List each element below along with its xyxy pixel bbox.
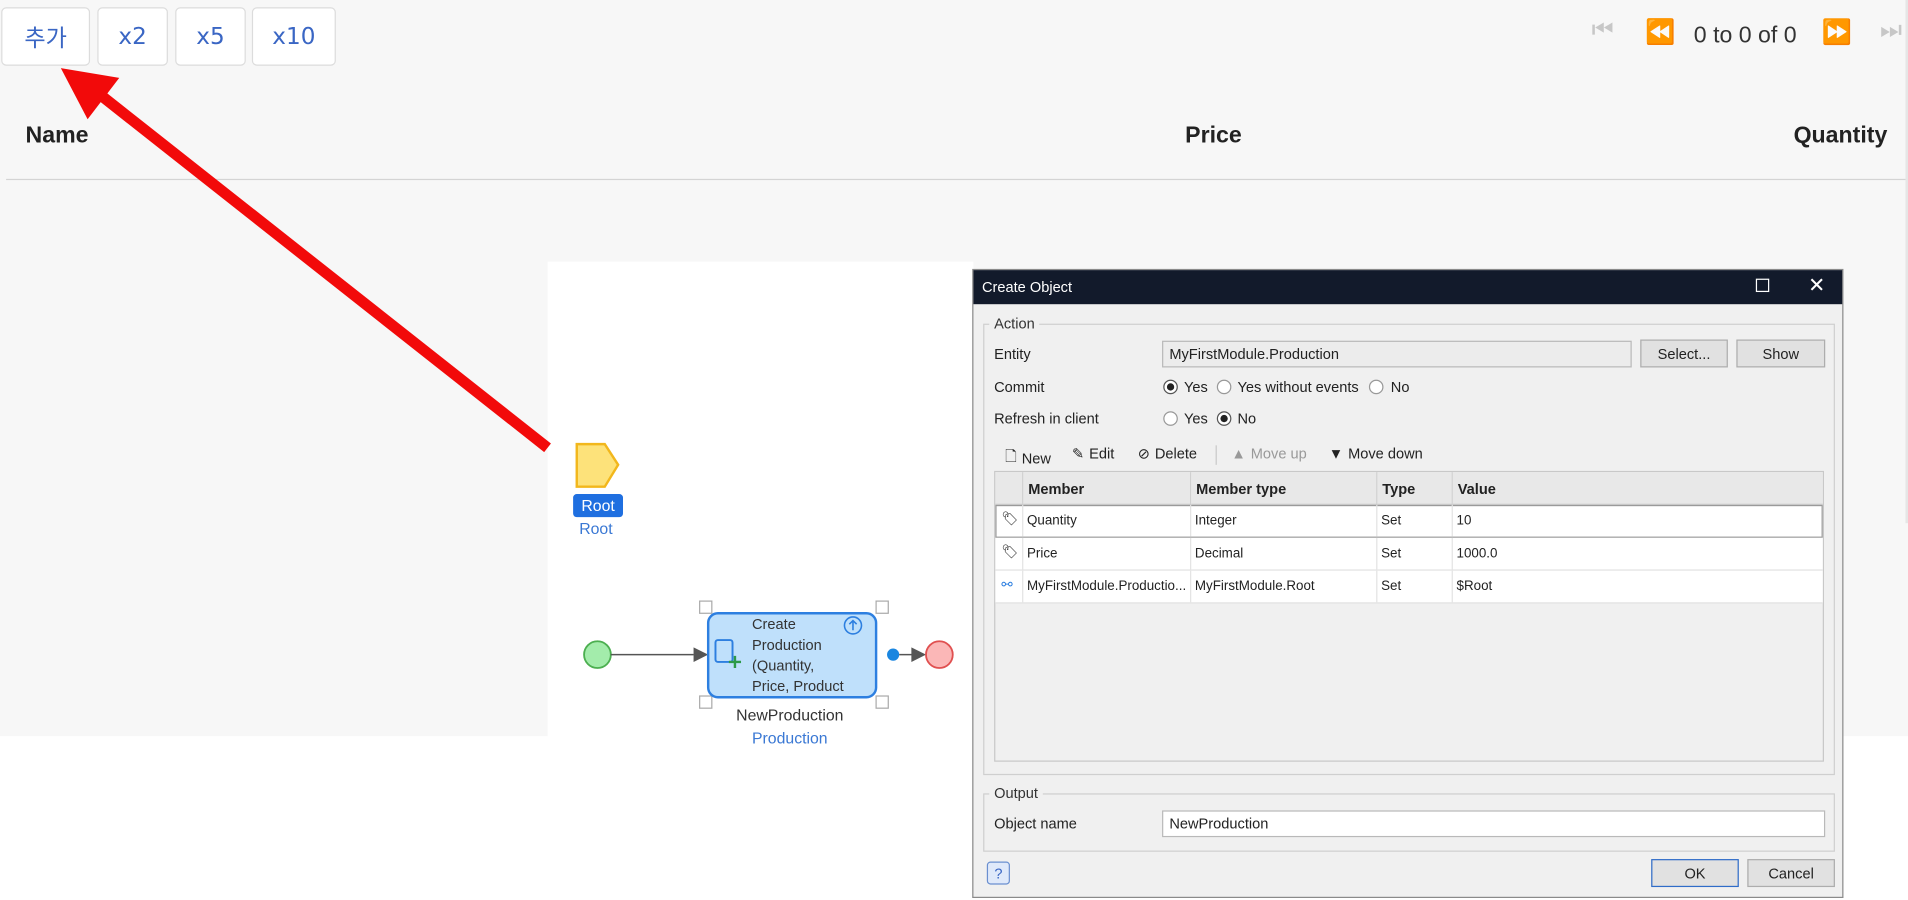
triangle-up-icon: ▲ xyxy=(1231,445,1246,463)
dialog-title: Create Object xyxy=(981,278,1073,296)
member-type-cell: MyFirstModule.Root xyxy=(1191,570,1378,603)
member-cell: Price xyxy=(1023,537,1192,570)
create-object-dialog: Create Object ✕ Action Entity MyFirstMod… xyxy=(972,268,1844,898)
refresh-yes-label: Yes xyxy=(1183,410,1208,428)
refresh-no-label: No xyxy=(1237,410,1257,428)
activity-caption-line: Create xyxy=(751,615,796,633)
commit-yes-without-events-radio[interactable] xyxy=(1216,379,1232,395)
member-type-column-header[interactable]: Member type xyxy=(1191,472,1378,505)
move-down-label: Move down xyxy=(1348,445,1423,463)
value-cell: $Root xyxy=(1456,579,1493,594)
move-up-button[interactable]: ▲ Move up xyxy=(1231,445,1306,462)
table-row[interactable]: 🏷 Price Decimal Set 1000.0 xyxy=(995,537,1823,571)
delete-member-button[interactable]: ⊘ Delete xyxy=(1138,445,1197,462)
close-icon[interactable]: ✕ xyxy=(1808,274,1825,298)
toolbar-separator xyxy=(1215,445,1217,465)
type-cell: Set xyxy=(1377,570,1453,603)
parameter-type-label: Root xyxy=(579,519,613,538)
member-type-cell: Integer xyxy=(1191,504,1378,537)
type-column-header[interactable]: Type xyxy=(1377,472,1453,505)
x5-button[interactable]: x5 xyxy=(175,7,246,66)
activity-caption-line: Price, Product xyxy=(751,677,844,695)
activity-caption-line: (Quantity, xyxy=(751,657,815,675)
attribute-tag-icon: 🏷 xyxy=(995,504,1024,537)
value-column-header[interactable]: Value xyxy=(1452,472,1823,505)
help-icon[interactable]: ? xyxy=(986,861,1010,885)
screen: 추가 x2 x5 x10 ⏮ ⏪ 0 to 0 of 0 ⏩ ⏭ Name Pr… xyxy=(0,0,1908,900)
first-page-icon[interactable]: ⏮ xyxy=(1592,17,1614,45)
table-row[interactable]: ⚯ MyFirstModule.Productio... MyFirstModu… xyxy=(995,570,1823,604)
value-cell: 1000.0 xyxy=(1456,546,1498,561)
new-member-label: New xyxy=(1021,449,1051,467)
move-up-label: Move up xyxy=(1250,445,1307,463)
move-down-button[interactable]: ▼ Move down xyxy=(1329,445,1423,462)
commit-yes-label: Yes xyxy=(1183,378,1208,396)
new-file-icon: 🗋 xyxy=(1005,447,1017,465)
column-header-quantity[interactable]: Quantity xyxy=(1794,123,1888,150)
end-event-icon xyxy=(925,640,954,669)
commit-yes-without-events-label: Yes without events xyxy=(1237,378,1359,396)
association-icon: ⚯ xyxy=(995,570,1024,603)
object-name-field[interactable]: NewProduction xyxy=(1162,810,1826,838)
edit-member-button[interactable]: ✎ Edit xyxy=(1072,445,1114,462)
previous-page-icon[interactable]: ⏪ xyxy=(1645,17,1675,47)
refresh-no-radio[interactable] xyxy=(1216,411,1232,426)
activity-variable-label: NewProduction xyxy=(736,705,844,724)
show-entity-button[interactable]: Show xyxy=(1736,339,1826,368)
cancel-button[interactable]: Cancel xyxy=(1747,859,1835,888)
members-table: Member Member type Type Value 🏷 Quantity… xyxy=(994,470,1824,762)
red-arrow-annotation xyxy=(60,68,551,453)
activity-caption-line: Production xyxy=(751,636,822,654)
start-event-icon xyxy=(583,640,612,669)
commit-yes-radio[interactable] xyxy=(1163,379,1178,395)
refresh-yes-radio[interactable] xyxy=(1163,411,1178,426)
pencil-icon: ✎ xyxy=(1072,445,1085,463)
output-group-label: Output xyxy=(989,784,1043,802)
commit-label: Commit xyxy=(994,378,1045,396)
activity-caption[interactable]: Create Production (Quantity, Price, Prod… xyxy=(752,614,844,697)
next-page-icon[interactable]: ⏩ xyxy=(1822,17,1852,47)
x10-button[interactable]: x10 xyxy=(251,7,336,66)
member-cell: Quantity xyxy=(1023,504,1192,537)
type-cell: Set xyxy=(1377,504,1453,537)
action-group-label: Action xyxy=(989,315,1040,333)
add-button[interactable]: 추가 xyxy=(1,7,91,66)
commit-no-label: No xyxy=(1390,378,1410,396)
member-cell: MyFirstModule.Productio... xyxy=(1023,570,1192,603)
delete-member-label: Delete xyxy=(1154,445,1198,463)
parameter-name-badge: Root xyxy=(573,494,624,518)
microflow-canvas xyxy=(547,261,974,900)
entity-label: Entity xyxy=(994,345,1031,363)
pager-status: 0 to 0 of 0 xyxy=(1693,23,1797,49)
icon-column-header xyxy=(995,472,1024,505)
flow-connector-dot xyxy=(887,648,900,661)
triangle-down-icon: ▼ xyxy=(1328,445,1344,463)
type-cell: Set xyxy=(1377,537,1453,570)
activity-entity-label: Production xyxy=(751,728,828,748)
entity-field[interactable]: MyFirstModule.Production xyxy=(1162,340,1632,368)
table-row[interactable]: 🏷 Quantity Integer Set 10 xyxy=(995,504,1823,538)
object-name-label: Object name xyxy=(994,815,1077,833)
refresh-in-client-label: Refresh in client xyxy=(994,410,1099,428)
ok-button[interactable]: OK xyxy=(1651,859,1739,888)
dialog-titlebar: Create Object ✕ xyxy=(973,270,1843,305)
select-entity-button[interactable]: Select... xyxy=(1640,339,1728,368)
new-member-button[interactable]: 🗋 New xyxy=(1005,445,1051,471)
attribute-tag-icon: 🏷 xyxy=(995,537,1024,570)
delete-icon: ⊘ xyxy=(1137,445,1150,463)
maximize-icon[interactable] xyxy=(1755,278,1770,293)
last-page-icon[interactable]: ⏭ xyxy=(1880,17,1902,45)
value-cell: 10 xyxy=(1456,513,1472,529)
member-column-header[interactable]: Member xyxy=(1023,472,1192,505)
member-type-cell: Decimal xyxy=(1191,537,1378,570)
commit-no-radio[interactable] xyxy=(1368,379,1384,395)
parameter-icon[interactable] xyxy=(572,438,627,493)
edit-member-label: Edit xyxy=(1089,445,1115,463)
x2-button[interactable]: x2 xyxy=(97,7,168,66)
column-header-price[interactable]: Price xyxy=(1185,123,1242,150)
